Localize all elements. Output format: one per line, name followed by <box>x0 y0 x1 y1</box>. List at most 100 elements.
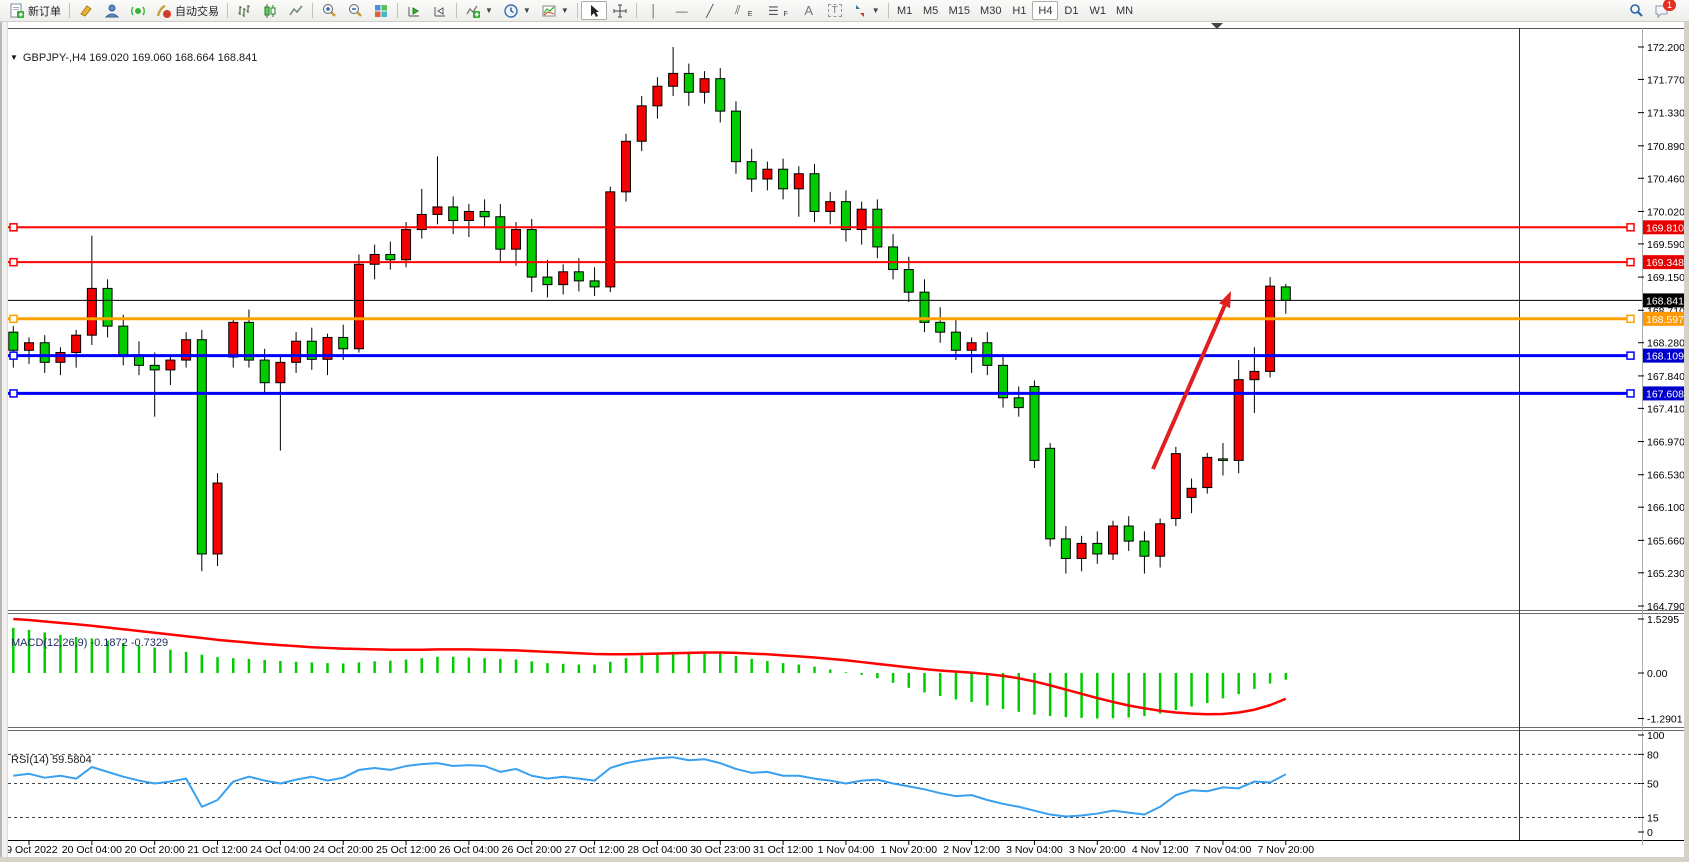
bar-chart-button[interactable] <box>231 1 257 20</box>
dropdown-caret: ▼ <box>523 6 531 15</box>
tile-windows-button[interactable] <box>368 1 394 20</box>
toolbar: 新订单 自动交易 <box>0 0 1689 22</box>
signals-icon <box>130 3 146 19</box>
window-left-edge <box>0 22 8 857</box>
separator <box>69 3 70 18</box>
new-order-label: 新订单 <box>28 3 61 19</box>
fibonacci-icon: ☰ <box>764 4 782 18</box>
zoom-out-icon <box>347 3 363 19</box>
cursor-button[interactable] <box>581 1 607 20</box>
auto-scroll-icon <box>406 3 422 19</box>
zoom-out-button[interactable] <box>342 1 368 20</box>
zoom-in-icon <box>321 3 337 19</box>
tf-MN[interactable]: MN <box>1111 1 1138 20</box>
new-order-button[interactable]: 新订单 <box>4 1 66 20</box>
horizontal-line-icon: — <box>673 4 691 18</box>
signals-button[interactable] <box>125 1 151 20</box>
search-icon <box>1628 3 1644 19</box>
hline-anchor[interactable] <box>1627 352 1634 359</box>
tf-M30[interactable]: M30 <box>975 1 1006 20</box>
auto-trading-icon <box>156 3 172 19</box>
trendline-button[interactable]: ╱ <box>696 1 724 20</box>
symbol-ohlc-label: GBPJPY-,H4 169.020 169.060 168.664 168.8… <box>23 52 257 64</box>
horizontal-line-button[interactable]: — <box>668 1 696 20</box>
cursor-icon <box>586 3 602 19</box>
separator <box>456 3 457 18</box>
separator <box>888 3 889 18</box>
fibonacci-button[interactable]: ☰F <box>759 1 794 20</box>
time-scale[interactable] <box>8 841 1642 857</box>
vertical-line-icon: │ <box>645 4 663 18</box>
line-chart-button[interactable] <box>283 1 309 20</box>
timeframe-bar: M1M5M15M30H1H4D1W1MN <box>892 1 1138 20</box>
window-bottom-edge <box>0 857 1689 862</box>
window-right-edge <box>1684 22 1689 862</box>
separator <box>636 3 637 18</box>
clock-icon <box>503 3 519 19</box>
indicators-button[interactable]: ▼ <box>460 1 498 20</box>
notifications-button[interactable]: 1 <box>1649 1 1675 20</box>
arrows-icon <box>852 3 868 19</box>
equidistant-channel-button[interactable]: ⫽E <box>724 1 760 20</box>
text-icon: A <box>800 3 818 18</box>
tf-W1[interactable]: W1 <box>1084 1 1111 20</box>
periods-button[interactable]: ▼ <box>498 1 536 20</box>
dropdown-caret: ▼ <box>872 6 880 15</box>
hline-anchor[interactable] <box>1627 315 1634 322</box>
templates-icon <box>541 3 557 19</box>
separator <box>312 3 313 18</box>
separator <box>577 3 578 18</box>
text-button[interactable]: A <box>795 1 823 20</box>
rsi-panel[interactable] <box>8 730 1519 840</box>
crosshair-button[interactable] <box>607 1 633 20</box>
dropdown-caret: ▼ <box>485 6 493 15</box>
line-chart-icon <box>288 3 304 19</box>
hline-anchor[interactable] <box>1627 224 1634 231</box>
quick-trade-toggle-icon[interactable]: ▼ <box>10 53 18 62</box>
auto-trading-button[interactable]: 自动交易 <box>151 1 224 20</box>
indicators-icon <box>465 3 481 19</box>
wand-button[interactable] <box>73 1 99 20</box>
text-label-button[interactable]: T <box>823 1 847 20</box>
chart-legend: ▼ GBPJPY-,H4 169.020 169.060 168.664 168.… <box>10 52 257 64</box>
tf-H1[interactable]: H1 <box>1006 1 1032 20</box>
channel-icon: ⫽ <box>729 3 747 18</box>
tf-M1[interactable]: M1 <box>892 1 918 20</box>
notification-badge: 1 <box>1663 0 1676 11</box>
zoom-in-button[interactable] <box>316 1 342 20</box>
auto-trading-label: 自动交易 <box>175 3 219 19</box>
macd-panel[interactable] <box>8 613 1519 727</box>
separator <box>227 3 228 18</box>
candlestick-chart-icon <box>262 3 278 19</box>
text-label-icon: T <box>828 4 842 17</box>
bar-chart-icon <box>236 3 252 19</box>
tf-M15[interactable]: M15 <box>944 1 975 20</box>
price-scale[interactable] <box>1643 28 1689 840</box>
hline-anchor[interactable] <box>1627 259 1634 266</box>
main-plot-area[interactable] <box>8 28 1519 610</box>
macd-legend: MACD(12,26,9) -0.1872 -0.7329 <box>11 637 168 649</box>
chart-shift-icon <box>432 3 448 19</box>
vertical-line-button[interactable]: │ <box>640 1 668 20</box>
chart-shift-button[interactable] <box>427 1 453 20</box>
tf-M5[interactable]: M5 <box>918 1 944 20</box>
wand-icon <box>78 3 94 19</box>
separator <box>397 3 398 18</box>
new-order-icon <box>9 3 25 19</box>
auto-scroll-button[interactable] <box>401 1 427 20</box>
rsi-legend: RSI(14) 59.5804 <box>11 754 92 766</box>
chat-bubble-icon: 1 <box>1654 3 1670 19</box>
arrows-button[interactable]: ▼ <box>847 1 885 20</box>
tile-windows-icon <box>373 3 389 19</box>
trendline-icon: ╱ <box>701 4 719 18</box>
templates-button[interactable]: ▼ <box>536 1 574 20</box>
dropdown-caret: ▼ <box>561 6 569 15</box>
search-button[interactable] <box>1623 1 1649 20</box>
tf-D1[interactable]: D1 <box>1058 1 1084 20</box>
profile-button[interactable] <box>99 1 125 20</box>
profile-icon <box>104 3 120 19</box>
hline-anchor[interactable] <box>1627 390 1634 397</box>
crosshair-icon <box>612 3 628 19</box>
tf-H4[interactable]: H4 <box>1032 1 1058 20</box>
candlestick-chart-button[interactable] <box>257 1 283 20</box>
